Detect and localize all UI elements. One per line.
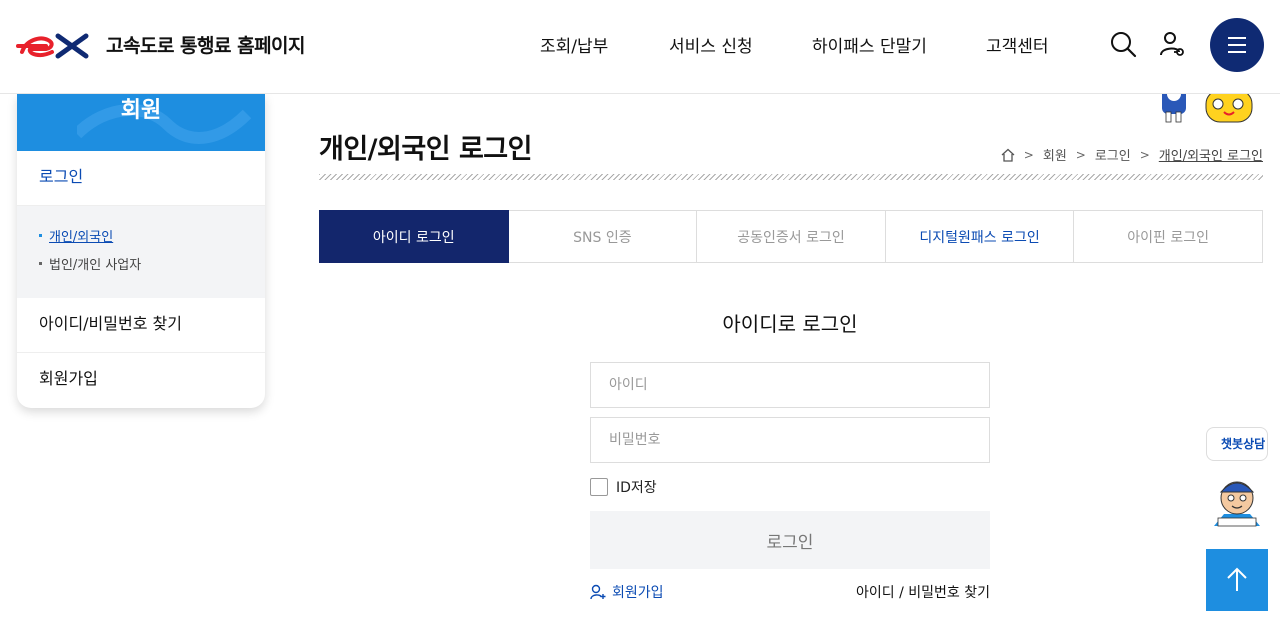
side-nav-header: 회원 xyxy=(17,94,265,151)
join-link[interactable]: 회원가입 xyxy=(590,582,664,602)
scroll-top-button[interactable] xyxy=(1206,549,1268,611)
breadcrumb: > 회원 > 로그인 > 개인/외국인 로그인 xyxy=(1001,145,1263,164)
sidebar-item-join[interactable]: 회원가입 xyxy=(17,353,265,408)
breadcrumb-current[interactable]: 개인/외국인 로그인 xyxy=(1159,145,1263,164)
id-input[interactable] xyxy=(590,362,990,408)
chevron-right-icon: > xyxy=(1139,147,1150,162)
nav-lookup-payment[interactable]: 조회/납부 xyxy=(540,32,608,57)
sidebar-subitem-business[interactable]: 법인/개인 사업자 xyxy=(39,254,265,282)
tab-id-login[interactable]: 아이디 로그인 xyxy=(319,210,509,263)
user-plus-icon xyxy=(590,584,606,600)
sidebar-subitem-personal[interactable]: 개인/외국인 xyxy=(39,226,265,254)
sidebar-submenu: 개인/외국인 법인/개인 사업자 xyxy=(17,206,265,298)
login-form-title: 아이디로 로그인 xyxy=(722,312,858,336)
title-divider xyxy=(319,174,1263,180)
sidebar-item-find-id-pw[interactable]: 아이디/비밀번호 찾기 xyxy=(17,298,265,353)
login-button[interactable]: 로그인 xyxy=(590,511,990,569)
tab-ipin[interactable]: 아이핀 로그인 xyxy=(1074,210,1263,263)
hamburger-menu-icon[interactable] xyxy=(1210,18,1264,72)
save-id-checkbox[interactable]: ID저장 xyxy=(590,477,657,497)
ex-logo[interactable] xyxy=(16,28,98,60)
site-header: 고속도로 통행료 홈페이지 조회/납부 서비스 신청 하이패스 단말기 고객센터 xyxy=(0,0,1280,94)
user-key-icon[interactable] xyxy=(1158,30,1186,58)
chevron-right-icon: > xyxy=(1023,147,1034,162)
breadcrumb-member[interactable]: 회원 xyxy=(1043,145,1067,164)
login-tabs: 아이디 로그인 SNS 인증 공동인증서 로그인 디지털원패스 로그인 아이핀 … xyxy=(319,210,1263,263)
join-link-label: 회원가입 xyxy=(612,585,664,601)
site-title[interactable]: 고속도로 통행료 홈페이지 xyxy=(106,31,306,58)
tab-sns[interactable]: SNS 인증 xyxy=(508,210,698,263)
save-id-label: ID저장 xyxy=(616,480,657,496)
sidebar-item-login[interactable]: 로그인 xyxy=(17,151,265,206)
side-nav-title: 회원 xyxy=(120,98,162,123)
tab-certificate[interactable]: 공동인증서 로그인 xyxy=(697,210,886,263)
nav-hipass-device[interactable]: 하이패스 단말기 xyxy=(812,32,927,57)
nav-service-apply[interactable]: 서비스 신청 xyxy=(669,32,753,57)
mascot-chatbot-icon[interactable] xyxy=(1204,474,1270,532)
home-icon[interactable] xyxy=(1001,148,1015,162)
chevron-right-icon: > xyxy=(1075,147,1086,162)
breadcrumb-login[interactable]: 로그인 xyxy=(1095,145,1131,164)
find-id-pw-link[interactable]: 아이디 / 비밀번호 찾기 xyxy=(856,582,990,602)
arrow-up-icon xyxy=(1227,567,1247,591)
search-icon[interactable] xyxy=(1109,30,1137,58)
nav-customer-center[interactable]: 고객센터 xyxy=(986,32,1049,57)
chatbot-button[interactable]: 챗봇상담 xyxy=(1206,427,1268,461)
side-nav: 회원 로그인 개인/외국인 법인/개인 사업자 아이디/비밀번호 찾기 회원가입 xyxy=(17,94,265,408)
tab-digital-onepass[interactable]: 디지털원패스 로그인 xyxy=(885,210,1075,263)
checkbox-icon[interactable] xyxy=(590,478,608,496)
password-input[interactable] xyxy=(590,417,990,463)
page-title: 개인/외국인 로그인 xyxy=(319,134,532,165)
